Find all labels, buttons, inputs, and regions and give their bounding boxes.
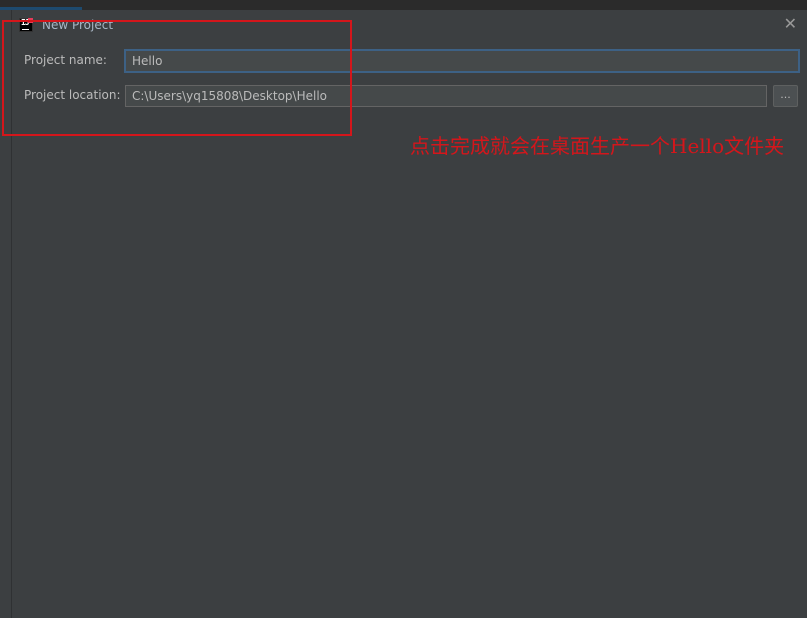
- close-icon[interactable]: ✕: [784, 16, 797, 32]
- browse-button[interactable]: ...: [773, 85, 798, 107]
- background-window-strip: [0, 0, 807, 10]
- annotation-highlight-box: [2, 20, 352, 136]
- annotation-note: 点击完成就会在桌面生产一个Hello文件夹: [410, 134, 785, 158]
